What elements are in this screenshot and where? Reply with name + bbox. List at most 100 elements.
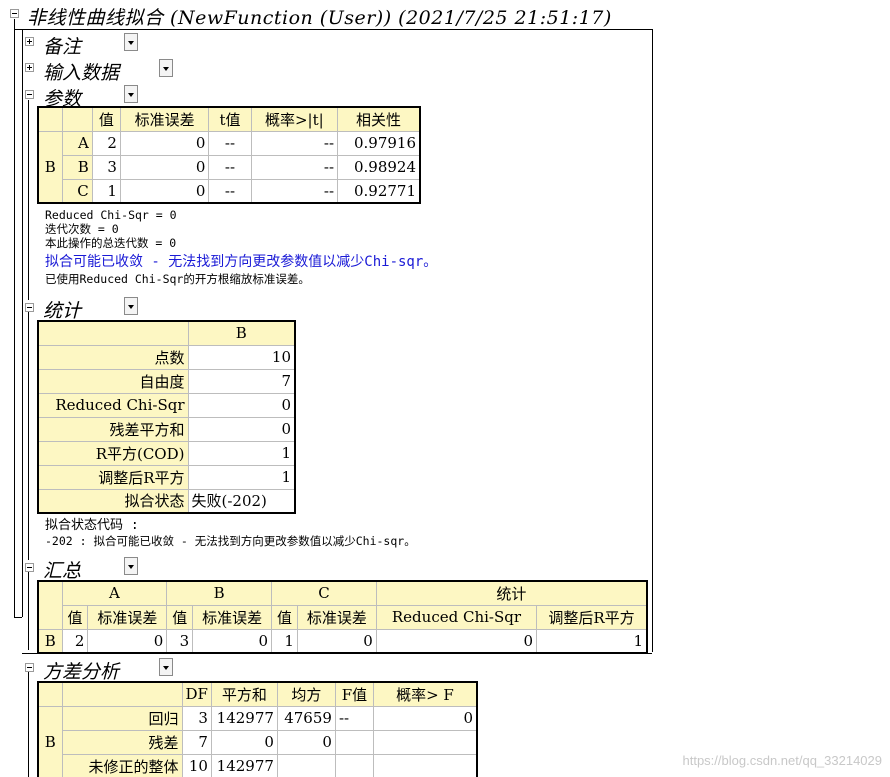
params-corner: [37, 106, 63, 132]
stats-table: B 点数 10 自由度 7 Reduced Chi-Sqr 0 残差平方和 0 R平方(…: [37, 320, 296, 514]
anova-header: DF: [181, 681, 212, 707]
anova-row-name: 残差: [61, 729, 183, 755]
tree-line-summary: [28, 572, 29, 650]
anova-f: [334, 753, 374, 777]
stats-value: 0: [187, 392, 296, 418]
anova-header: 概率> F: [372, 681, 478, 707]
collapse-params-toggle[interactable]: [25, 90, 34, 99]
stats-value: 失败(-202): [187, 488, 296, 514]
params-dropdown-button[interactable]: [124, 85, 138, 103]
watermark-text: https://blog.csdn.net/qq_33214029: [682, 753, 883, 768]
summary-dropdown-button[interactable]: [124, 557, 138, 575]
stats-value: 1: [187, 464, 296, 490]
summary-table: A B C 统计 值 标准误差 值 标准误差 值 标准误差 Reduced Ch…: [37, 580, 648, 654]
summary-cell: 1: [271, 628, 298, 654]
anova-dropdown-button[interactable]: [159, 658, 173, 676]
collapse-summary-toggle[interactable]: [25, 563, 34, 572]
stats-value: 7: [187, 368, 296, 394]
summary-corner: [37, 580, 63, 630]
summary-sub-header: 调整后R平方: [536, 604, 648, 630]
stats-label: Reduced Chi-Sqr: [37, 392, 189, 418]
param-value: 2: [91, 130, 121, 156]
params-header: 标准误差: [119, 106, 210, 132]
section-anova-title: 方差分析: [43, 661, 120, 683]
anova-table: DF 平方和 均方 F值 概率> F B 回归 3 142977 47659 -…: [37, 681, 478, 777]
stats-label: R平方(COD): [37, 440, 189, 466]
params-header: t值: [208, 106, 252, 132]
summary-sub-header: 值: [61, 604, 89, 630]
anova-ss: 0: [210, 729, 278, 755]
section-summary-title: 汇总: [43, 560, 82, 582]
collapse-root-toggle[interactable]: [10, 9, 19, 18]
expand-input-toggle[interactable]: [25, 63, 34, 72]
summary-cell: 0: [87, 628, 168, 654]
expand-notes-toggle[interactable]: [25, 37, 34, 46]
collapse-stats-toggle[interactable]: [25, 303, 34, 312]
params-header: 值: [91, 106, 121, 132]
param-name: B: [61, 154, 93, 180]
stats-label: 拟合状态: [37, 488, 189, 514]
tree-line-root-end: [14, 617, 22, 618]
anova-group-label: B: [37, 705, 63, 777]
param-prob: --: [250, 154, 339, 180]
summary-row-label: B: [37, 628, 63, 654]
anova-header: F值: [334, 681, 374, 707]
stats-dropdown-button[interactable]: [124, 297, 138, 315]
anova-ss: 142977: [210, 705, 278, 731]
summary-group-header: C: [271, 580, 377, 606]
param-std-error: 0: [119, 130, 210, 156]
collapse-anova-toggle[interactable]: [25, 663, 34, 672]
anova-corner: [37, 681, 63, 707]
params-note-total-iterations: 本此操作的总迭代数 = 0: [45, 236, 177, 250]
params-note-scaling: 已使用Reduced Chi-Sqr的开方根缩放标准误差。: [45, 272, 310, 286]
summary-sub-header: 值: [166, 604, 194, 630]
params-note-convergence: 拟合可能已收敛 - 无法找到方向更改参数值以减少Chi-sqr。: [45, 254, 438, 270]
summary-cell: 0: [375, 628, 538, 654]
params-group-label: B: [37, 130, 63, 204]
tree-line-anova: [28, 672, 29, 777]
stats-label: 残差平方和: [37, 416, 189, 442]
anova-prob: 0: [372, 705, 478, 731]
anova-df: 7: [181, 729, 212, 755]
param-std-error: 0: [119, 154, 210, 180]
tree-line-branch: [22, 29, 23, 617]
summary-sub-header: Reduced Chi-Sqr: [375, 604, 538, 630]
stats-label: 调整后R平方: [37, 464, 189, 490]
anova-f: [334, 729, 374, 755]
param-t-value: --: [208, 154, 252, 180]
anova-corner-2: [61, 681, 183, 707]
input-dropdown-button[interactable]: [159, 59, 173, 77]
anova-ms: 0: [276, 729, 336, 755]
stats-value: 1: [187, 440, 296, 466]
params-note-iterations: 迭代次数 = 0: [45, 222, 119, 236]
param-t-value: --: [208, 130, 252, 156]
param-correlation: 0.92771: [337, 178, 421, 204]
summary-group-header: 统计: [375, 580, 648, 606]
summary-group-header: B: [166, 580, 273, 606]
summary-sub-header: 标准误差: [296, 604, 377, 630]
summary-cell: 3: [166, 628, 194, 654]
section-stats-title: 统计: [43, 300, 82, 322]
stats-label: 点数: [37, 344, 189, 370]
stats-col-header: B: [187, 320, 296, 346]
anova-f: --: [334, 705, 374, 731]
stats-value: 0: [187, 416, 296, 442]
tree-line-params: [28, 100, 29, 300]
param-value: 1: [91, 178, 121, 204]
section-notes-title: 备注: [43, 36, 82, 58]
stats-note-code: -202 : 拟合可能已收敛 - 无法找到方向更改参数值以减少Chi-sqr。: [45, 534, 416, 548]
param-prob: --: [250, 178, 339, 204]
anova-header: 均方: [276, 681, 336, 707]
summary-sub-header: 标准误差: [192, 604, 273, 630]
stats-corner: [37, 320, 189, 346]
anova-row-name: 回归: [61, 705, 183, 731]
notes-dropdown-button[interactable]: [124, 33, 138, 51]
summary-cell: 0: [192, 628, 273, 654]
anova-df: 3: [181, 705, 212, 731]
report-frame-right: [652, 29, 653, 652]
anova-row-name: 未修正的整体: [61, 753, 183, 777]
param-prob: --: [250, 130, 339, 156]
param-correlation: 0.97916: [337, 130, 421, 156]
param-t-value: --: [208, 178, 252, 204]
summary-sub-header: 标准误差: [87, 604, 168, 630]
